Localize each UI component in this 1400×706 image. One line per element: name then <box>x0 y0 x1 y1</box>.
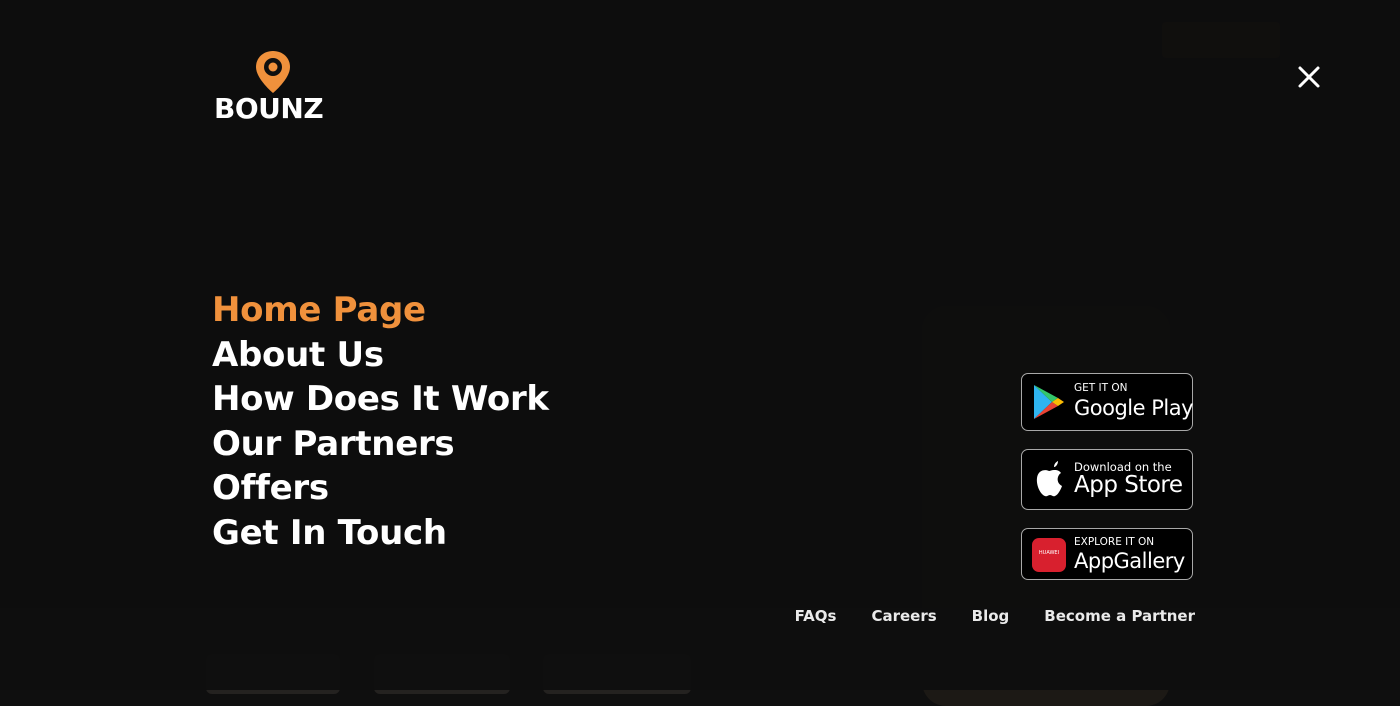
main-menu: Home Page About Us How Does It Work Our … <box>212 288 549 555</box>
footer-link-careers[interactable]: Careers <box>871 607 936 625</box>
badge-big-text: App Store <box>1074 472 1183 498</box>
menu-item-about-us[interactable]: About Us <box>212 333 549 378</box>
menu-item-get-in-touch[interactable]: Get In Touch <box>212 511 549 556</box>
menu-item-how-does-it-work[interactable]: How Does It Work <box>212 377 549 422</box>
app-store-badge[interactable]: Download on the App Store <box>1021 449 1193 510</box>
menu-overlay: BOUNZ Home Page About Us How Does It Wor… <box>0 0 1400 690</box>
google-play-icon <box>1034 385 1064 419</box>
footer-link-become-a-partner[interactable]: Become a Partner <box>1044 607 1195 625</box>
menu-item-our-partners[interactable]: Our Partners <box>212 422 549 467</box>
bounz-logo[interactable]: BOUNZ <box>214 50 330 126</box>
badge-small-text: GET IT ON <box>1074 382 1128 394</box>
close-icon <box>1298 66 1320 88</box>
huawei-appgallery-icon: HUAWEI <box>1032 538 1066 572</box>
footer-links: FAQs Careers Blog Become a Partner <box>795 607 1195 625</box>
menu-item-home-page[interactable]: Home Page <box>212 288 549 333</box>
google-play-badge[interactable]: GET IT ON Google Play <box>1021 373 1194 431</box>
logo-wordmark: BOUNZ <box>214 92 324 125</box>
footer-link-faqs[interactable]: FAQs <box>795 607 837 625</box>
badge-big-text: Google Play <box>1074 396 1194 420</box>
badge-big-text: AppGallery <box>1074 549 1185 573</box>
badge-small-text: EXPLORE IT ON <box>1074 536 1155 548</box>
apple-icon <box>1036 461 1062 497</box>
location-pin-icon <box>256 51 290 93</box>
close-menu-button[interactable] <box>1294 62 1324 92</box>
appgallery-badge[interactable]: HUAWEI EXPLORE IT ON AppGallery <box>1021 528 1193 580</box>
menu-item-offers[interactable]: Offers <box>212 466 549 511</box>
footer-link-blog[interactable]: Blog <box>972 607 1010 625</box>
